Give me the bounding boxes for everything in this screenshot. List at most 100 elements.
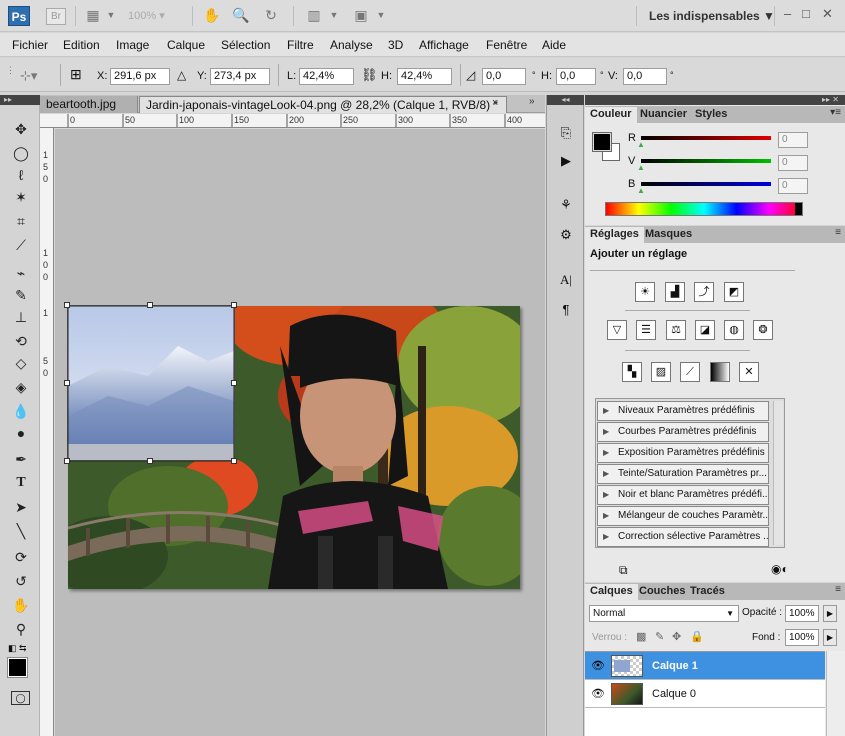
channel-b-field[interactable]: 0 xyxy=(778,178,808,194)
quick-mask-icon[interactable]: ◯ xyxy=(11,691,30,705)
transform-handle[interactable] xyxy=(64,380,70,386)
maximize-button[interactable]: □ xyxy=(802,6,810,21)
visibility-eye-icon[interactable]: 👁 xyxy=(591,687,605,700)
layers-scrollbar[interactable] xyxy=(826,651,845,736)
healing-brush-tool-icon[interactable]: ⌁ xyxy=(10,263,32,283)
menu-fichier[interactable]: Fichier xyxy=(12,38,48,52)
preset-teinte-saturation[interactable]: Teinte/Saturation Paramètres pr... xyxy=(597,464,769,484)
reference-point-icon[interactable]: ⊞ xyxy=(70,66,82,83)
menu-edition[interactable]: Edition xyxy=(63,38,100,52)
close-tab-icon[interactable]: × xyxy=(492,97,498,109)
clip-to-layer-icon[interactable]: ⧉ xyxy=(619,563,628,578)
marquee-tool-icon[interactable]: ◯ xyxy=(10,143,32,163)
fill-field[interactable]: 100% xyxy=(785,629,819,646)
history-panel-icon[interactable]: ⎘ xyxy=(555,123,577,143)
channel-r-slider[interactable] xyxy=(641,136,771,140)
tab-couleur[interactable]: Couleur xyxy=(585,107,637,123)
menu-3d[interactable]: 3D xyxy=(388,38,403,52)
arrange-documents-icon[interactable]: ▥ xyxy=(305,7,323,24)
panel-menu-icon[interactable]: ▾≡ xyxy=(830,107,841,118)
zoom-level[interactable]: 100% ▾ xyxy=(128,8,182,25)
default-colors-icon[interactable]: ◧ ⇆ xyxy=(8,643,27,654)
menu-fenetre[interactable]: Fenêtre xyxy=(486,38,527,52)
slider-thumb-icon[interactable]: ▲ xyxy=(637,186,645,195)
delta-icon[interactable]: △ xyxy=(177,68,186,82)
lock-position-icon[interactable]: ✥ xyxy=(672,630,681,643)
gradient-map-icon[interactable] xyxy=(710,362,730,382)
menu-calque[interactable]: Calque xyxy=(167,38,205,52)
hskew-field[interactable]: 0,0 xyxy=(556,68,596,85)
type-tool-icon[interactable]: T xyxy=(10,473,32,493)
presets-scrollbar[interactable] xyxy=(773,401,783,545)
dodge-tool-icon[interactable]: ● xyxy=(10,423,32,443)
lock-all-icon[interactable]: 🔒 xyxy=(690,630,704,643)
transform-handle[interactable] xyxy=(231,380,237,386)
preset-correction-selective[interactable]: Correction sélective Paramètres ... xyxy=(597,527,769,547)
preset-melangeur[interactable]: Mélangeur de couches Paramètr... xyxy=(597,506,769,526)
lasso-tool-icon[interactable]: ℓ xyxy=(10,165,32,185)
vibrance-icon[interactable]: ▽ xyxy=(607,320,627,340)
preset-exposition[interactable]: Exposition Paramètres prédéfinis xyxy=(597,443,769,463)
preset-niveaux[interactable]: Niveaux Paramètres prédéfinis xyxy=(597,401,769,421)
layer-row-calque-0[interactable]: 👁 Calque 0 xyxy=(585,680,825,708)
channel-v-slider[interactable] xyxy=(641,159,771,163)
screen-mode-icon[interactable]: ▣ xyxy=(352,7,370,24)
slider-thumb-icon[interactable]: ▲ xyxy=(637,163,645,172)
collapse-icon[interactable]: ◂◂ xyxy=(547,95,584,105)
channel-mixer-icon[interactable]: ❂ xyxy=(753,320,773,340)
x-field[interactable]: 291,6 px xyxy=(110,68,170,85)
channel-r-field[interactable]: 0 xyxy=(778,132,808,148)
transform-handle[interactable] xyxy=(231,458,237,464)
layer-row-calque-1[interactable]: 👁 Calque 1 xyxy=(585,652,825,680)
slider-thumb-icon[interactable]: ▲ xyxy=(637,140,645,149)
menu-filtre[interactable]: Filtre xyxy=(287,38,314,52)
tab-couches[interactable]: Couches xyxy=(634,584,690,600)
workspace-switcher[interactable]: Les indispensables ▼ xyxy=(649,9,775,23)
height-field[interactable]: 42,4% xyxy=(397,68,452,85)
transform-handle[interactable] xyxy=(147,302,153,308)
foreground-color-swatch[interactable] xyxy=(592,132,612,152)
preset-noir-et-blanc[interactable]: Noir et blanc Paramètres prédéfi... xyxy=(597,485,769,505)
transform-handle[interactable] xyxy=(64,458,70,464)
chevron-down-icon[interactable]: ▼ xyxy=(102,7,120,24)
threshold-icon[interactable]: ⟋ xyxy=(680,362,700,382)
collapse-icon[interactable]: ▸▸ xyxy=(0,95,40,105)
panel-menu-icon[interactable]: ≡ xyxy=(835,584,841,595)
levels-icon[interactable]: ▟ xyxy=(665,282,685,302)
paint-bucket-tool-icon[interactable]: ◈ xyxy=(10,377,32,397)
close-button[interactable]: ✕ xyxy=(822,6,833,22)
tab-beartooth[interactable]: beartooth.jpg xyxy=(40,96,138,113)
actions-panel-icon[interactable]: ▶ xyxy=(555,151,577,171)
blend-mode-select[interactable]: Normal ▼ xyxy=(589,605,739,622)
color-spectrum[interactable] xyxy=(605,202,803,216)
tab-styles[interactable]: Styles xyxy=(690,107,732,123)
invert-icon[interactable]: ▚ xyxy=(622,362,642,382)
lock-pixels-icon[interactable]: ✎ xyxy=(655,630,664,643)
move-tool-icon[interactable]: ⊹▾ xyxy=(20,68,37,84)
tab-traces[interactable]: Tracés xyxy=(685,584,730,600)
paragraph-panel-icon[interactable]: ¶ xyxy=(555,300,577,320)
fill-slider-button[interactable]: ▶ xyxy=(823,629,837,646)
move-tool-icon[interactable]: ✥ xyxy=(10,119,32,139)
width-field[interactable]: 42,4% xyxy=(299,68,354,85)
vskew-field[interactable]: 0,0 xyxy=(623,68,667,85)
menu-aide[interactable]: Aide xyxy=(542,38,566,52)
eraser-tool-icon[interactable]: ◇ xyxy=(10,353,32,373)
document-image[interactable] xyxy=(68,306,520,589)
chevron-down-icon[interactable]: ▼ xyxy=(372,7,390,24)
history-brush-tool-icon[interactable]: ⟲ xyxy=(10,331,32,351)
y-field[interactable]: 273,4 px xyxy=(210,68,270,85)
selective-color-icon[interactable]: ✕ xyxy=(739,362,759,382)
channel-v-field[interactable]: 0 xyxy=(778,155,808,171)
transform-handle[interactable] xyxy=(64,302,70,308)
photo-filter-icon[interactable]: ◍ xyxy=(724,320,744,340)
exposure-icon[interactable]: ◩ xyxy=(724,282,744,302)
bridge-button[interactable]: Br xyxy=(46,8,66,25)
hand-icon[interactable]: ✋ xyxy=(203,7,221,24)
menu-selection[interactable]: Sélection xyxy=(221,38,270,52)
transform-handle[interactable] xyxy=(231,302,237,308)
color-balance-icon[interactable]: ⚖ xyxy=(666,320,686,340)
rotate-view-icon[interactable]: ↻ xyxy=(262,7,280,24)
minimize-button[interactable]: – xyxy=(784,6,791,21)
channel-b-slider[interactable] xyxy=(641,182,771,186)
